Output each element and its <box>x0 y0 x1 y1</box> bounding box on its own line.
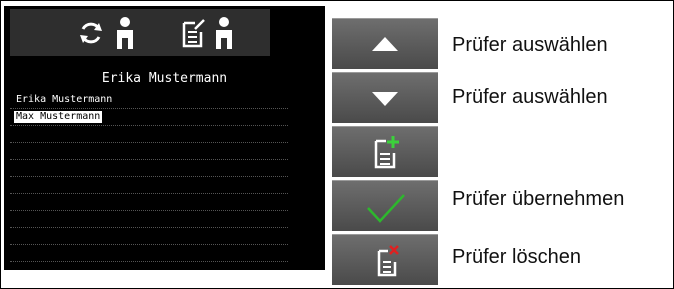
move-down-label: Prüfer auswählen <box>452 86 608 108</box>
arrow-up-icon <box>372 37 398 51</box>
list-item[interactable] <box>10 126 288 143</box>
list-item[interactable] <box>10 245 288 262</box>
list-item[interactable] <box>10 160 288 177</box>
edit-document-icon[interactable] <box>182 18 206 48</box>
move-up-label: Prüfer auswählen <box>452 34 608 56</box>
device-screen: Erika Mustermann Erika Mustermann Max Mu… <box>4 6 325 270</box>
list-item[interactable] <box>10 143 288 160</box>
list-item[interactable] <box>10 228 288 245</box>
list-item-label: Erika Mustermann <box>16 94 113 105</box>
delete-tester-button[interactable] <box>332 234 438 285</box>
confirm-tester-label: Prüfer übernehmen <box>452 188 625 210</box>
add-tester-button[interactable] <box>332 126 438 177</box>
arrow-down-icon <box>372 92 398 106</box>
list-item-label: Max Mustermann <box>14 111 103 123</box>
header-bar <box>10 9 270 56</box>
list-item[interactable] <box>10 211 288 228</box>
person-icon <box>117 17 133 49</box>
list-item-selected[interactable]: Max Mustermann <box>10 109 288 126</box>
person-icon <box>216 17 232 49</box>
selected-tester-name: Erika Mustermann <box>101 71 228 86</box>
move-down-button[interactable] <box>332 72 438 123</box>
delete-tester-label: Prüfer löschen <box>452 246 581 268</box>
confirm-tester-button[interactable] <box>332 180 438 231</box>
list-item[interactable]: Erika Mustermann <box>10 92 288 109</box>
list-item[interactable] <box>10 194 288 211</box>
checkmark-icon <box>367 194 405 223</box>
move-up-button[interactable] <box>332 18 438 69</box>
refresh-icon[interactable] <box>78 21 104 45</box>
tester-list: Erika Mustermann Max Mustermann <box>10 92 288 262</box>
add-document-icon <box>374 136 399 169</box>
list-item[interactable] <box>10 177 288 194</box>
delete-document-icon <box>377 245 399 277</box>
